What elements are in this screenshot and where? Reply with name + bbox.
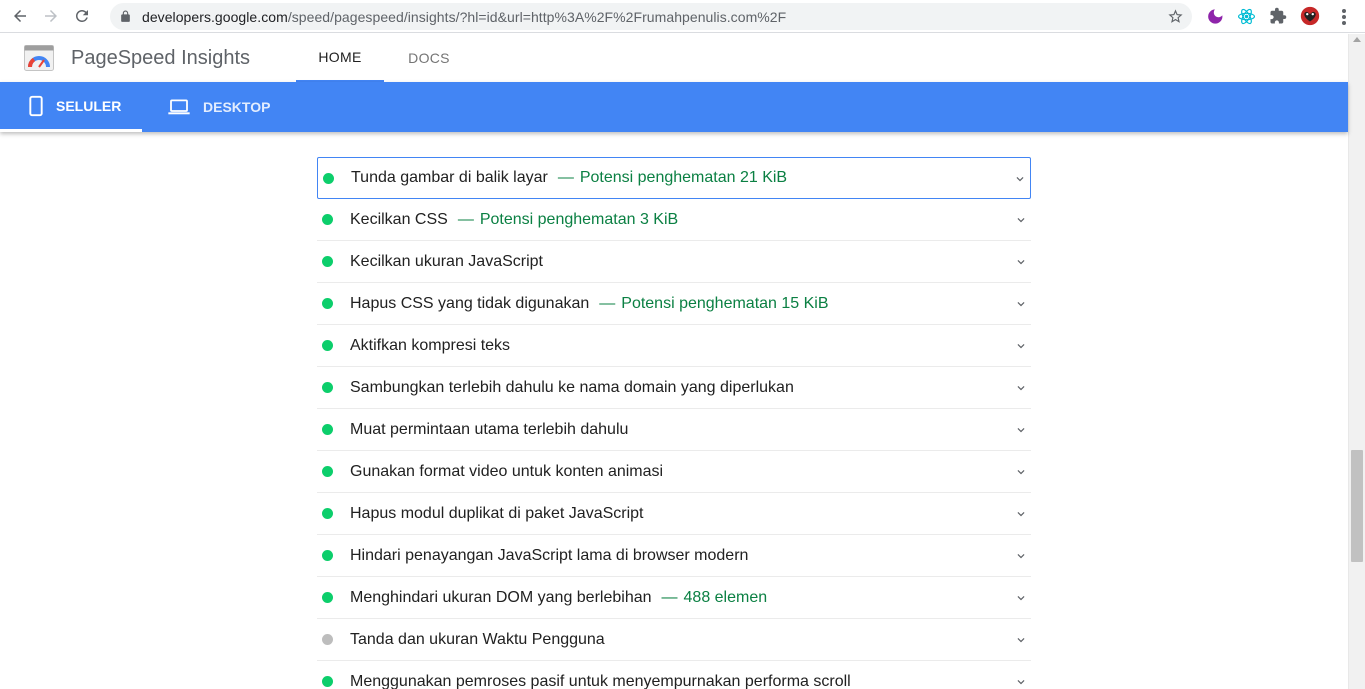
audit-title: Aktifkan kompresi teks [350, 336, 511, 354]
reload-icon [76, 9, 88, 22]
chevron-down-icon[interactable] [1014, 633, 1028, 647]
reload-button[interactable] [71, 5, 93, 27]
chevron-down-icon[interactable] [1014, 591, 1028, 605]
laptop-icon [168, 99, 190, 115]
chevron-down-icon[interactable] [1014, 381, 1028, 395]
tab-mobile[interactable]: SELULER [0, 82, 142, 132]
audit-content: Tunda gambar di balik layar — Potensi peng… [0, 132, 1348, 689]
audit-title: Kecilkan ukuran JavaScript [350, 252, 543, 270]
audit-title: Hindari penayangan JavaScript lama di br… [350, 546, 749, 564]
audit-row[interactable]: Muat permintaan utama terlebih dahulu [317, 409, 1031, 451]
audit-row[interactable]: Hindari penayangan JavaScript lama di br… [317, 535, 1031, 577]
status-dot-pass [322, 676, 333, 687]
page-scrollbar[interactable] [1348, 34, 1365, 689]
audit-separator: — [599, 294, 616, 312]
bookmark-star-icon[interactable] [1167, 8, 1184, 25]
chevron-down-icon[interactable] [1014, 549, 1028, 563]
arrow-left-icon [14, 10, 26, 22]
arrow-right-icon [45, 10, 57, 22]
audit-savings: Potensi penghematan 21 KiB [579, 169, 788, 186]
status-dot-info [322, 634, 333, 645]
audit-row[interactable]: Hapus modul duplikat di paket JavaScript [317, 493, 1031, 535]
url-host: developers.google.com [142, 8, 288, 25]
dark-mode-extension-icon[interactable] [1203, 5, 1225, 27]
lock-icon [119, 10, 133, 24]
smartphone-icon [29, 95, 43, 117]
audit-row[interactable]: Tanda dan ukuran Waktu Pengguna [317, 619, 1031, 661]
status-dot-pass [322, 256, 333, 267]
status-dot-pass [322, 424, 333, 435]
back-button[interactable] [9, 5, 31, 27]
tab-docs[interactable]: DOCS [390, 34, 468, 82]
audit-list: Tunda gambar di balik layar — Potensi peng… [317, 157, 1031, 689]
chevron-down-icon[interactable] [1014, 297, 1028, 311]
audit-title: Menghindari ukuran DOM yang berlebihan [350, 588, 652, 606]
status-dot-pass [322, 550, 333, 561]
tab-home[interactable]: HOME [296, 34, 384, 82]
audit-row[interactable]: Menggunakan pemroses pasif untuk menyemp… [317, 661, 1031, 689]
audit-row[interactable]: Menghindari ukuran DOM yang berlebihan — 4… [317, 577, 1031, 619]
audit-title: Sambungkan terlebih dahulu ke nama domai… [350, 378, 794, 396]
audit-separator: — [557, 169, 574, 186]
browser-menu-icon[interactable] [1335, 7, 1353, 27]
audit-row[interactable]: Hapus CSS yang tidak digunakan — Potensi p… [317, 283, 1031, 325]
audit-row[interactable]: Gunakan format video untuk konten animas… [317, 451, 1031, 493]
audit-title: Muat permintaan utama terlebih dahulu [350, 420, 629, 438]
chevron-down-icon[interactable] [1013, 172, 1027, 186]
audit-separator: — [661, 588, 678, 606]
address-bar[interactable]: developers.google.com/speed/pagespeed/in… [110, 3, 1192, 30]
status-dot-pass [322, 382, 333, 393]
audit-title: Menggunakan pemroses pasif untuk menyemp… [350, 672, 851, 689]
tab-desktop[interactable]: DESKTOP [168, 82, 270, 132]
status-dot-pass [322, 592, 333, 603]
status-dot-pass [322, 508, 333, 519]
chevron-down-icon[interactable] [1014, 213, 1028, 227]
app-title: PageSpeed Insights [71, 47, 251, 69]
chevron-down-icon[interactable] [1014, 507, 1028, 521]
scrollbar-thumb[interactable] [1351, 450, 1363, 562]
extensions-area [1203, 5, 1321, 27]
device-tab-bar: SELULER DESKTOP [0, 82, 1348, 132]
audit-savings: Potensi penghematan 15 KiB [621, 294, 829, 312]
pagespeed-logo-icon [24, 45, 54, 71]
audit-savings: 488 elemen [683, 588, 768, 606]
scroll-up-arrow-icon[interactable] [1353, 37, 1361, 42]
audit-row[interactable]: Aktifkan kompresi teks [317, 325, 1031, 367]
audit-title: Hapus modul duplikat di paket JavaScript [350, 504, 644, 522]
audit-row[interactable]: Kecilkan ukuran JavaScript [317, 241, 1031, 283]
audit-title: Gunakan format video untuk konten animas… [350, 462, 664, 480]
profile-avatar-icon[interactable] [1299, 5, 1321, 27]
audit-separator: — [457, 210, 474, 228]
chevron-down-icon[interactable] [1014, 423, 1028, 437]
audit-row[interactable]: Sambungkan terlebih dahulu ke nama domai… [317, 367, 1031, 409]
browser-toolbar: developers.google.com/speed/pagespeed/in… [0, 0, 1365, 33]
tab-desktop-label: DESKTOP [203, 99, 271, 115]
audit-row[interactable]: Tunda gambar di balik layar — Potensi peng… [317, 157, 1031, 199]
audit-savings: Potensi penghematan 3 KiB [479, 210, 679, 228]
status-dot-pass [322, 298, 333, 309]
chevron-down-icon[interactable] [1014, 675, 1028, 689]
chevron-down-icon[interactable] [1014, 255, 1028, 269]
audit-title: Tanda dan ukuran Waktu Pengguna [350, 630, 605, 648]
psi-header: PageSpeed Insights HOME DOCS [0, 34, 1348, 82]
puzzle-extensions-icon[interactable] [1267, 5, 1289, 27]
status-dot-pass [323, 172, 334, 184]
audit-title: Tunda gambar di balik layar [351, 169, 548, 186]
audit-row[interactable]: Kecilkan CSS — Potensi penghematan 3 KiB [317, 199, 1031, 241]
audit-title: Hapus CSS yang tidak digunakan [350, 294, 590, 312]
url-path: /speed/pagespeed/insights/?hl=id&url=htt… [287, 8, 787, 25]
forward-button[interactable] [40, 5, 62, 27]
audit-title: Kecilkan CSS [350, 210, 448, 228]
status-dot-pass [322, 340, 333, 351]
tab-mobile-label: SELULER [56, 97, 122, 114]
status-dot-pass [322, 466, 333, 477]
status-dot-pass [322, 214, 333, 225]
chevron-down-icon[interactable] [1014, 465, 1028, 479]
url-text: developers.google.com/speed/pagespeed/in… [142, 9, 786, 25]
chevron-down-icon[interactable] [1014, 339, 1028, 353]
react-devtools-extension-icon[interactable] [1235, 5, 1257, 27]
